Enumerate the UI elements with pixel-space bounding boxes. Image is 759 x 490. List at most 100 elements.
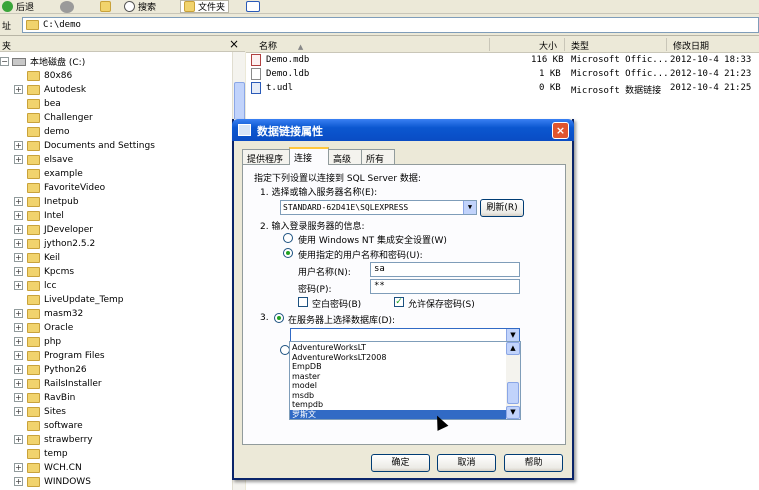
expand-icon[interactable]: + — [14, 252, 23, 262]
expand-icon[interactable]: + — [14, 140, 23, 150]
expand-icon[interactable]: + — [14, 266, 23, 276]
back-button[interactable]: 后退 — [2, 0, 34, 13]
tree-item[interactable]: + lcc — [0, 279, 56, 292]
tree-item[interactable]: bea — [0, 97, 61, 110]
tab-provider[interactable]: 提供程序 — [242, 149, 290, 165]
folders-button[interactable]: 文件夹 — [180, 0, 230, 13]
expand-icon[interactable]: + — [14, 322, 23, 332]
tree-item[interactable]: + RailsInstaller — [0, 377, 102, 390]
forward-button[interactable] — [60, 0, 77, 13]
database-option[interactable]: AdventureWorksLT2008 — [292, 353, 386, 362]
tree-item[interactable]: + Documents and Settings — [0, 139, 155, 152]
expand-icon[interactable]: + — [14, 280, 23, 290]
database-option[interactable]: model — [292, 381, 317, 390]
expand-icon[interactable]: + — [14, 364, 23, 374]
collapse-icon[interactable]: − — [0, 57, 9, 66]
expand-icon[interactable]: + — [14, 84, 23, 94]
database-option[interactable]: msdb — [292, 391, 314, 400]
database-option[interactable]: tempdb — [292, 400, 323, 409]
tab-advanced[interactable]: 高级 — [328, 149, 362, 165]
expand-icon[interactable]: + — [14, 210, 23, 220]
blank-password-checkbox[interactable] — [298, 297, 308, 307]
expand-icon[interactable]: + — [14, 350, 23, 360]
scroll-down-icon[interactable]: ▼ — [506, 406, 520, 419]
tree-item[interactable]: + WCH.CN — [0, 461, 82, 474]
username-input[interactable]: sa — [370, 262, 520, 277]
dialog-titlebar[interactable]: 数据链接属性 × — [232, 119, 574, 141]
tree-item[interactable]: FavoriteVideo — [0, 181, 105, 194]
database-option[interactable]: AdventureWorksLT — [292, 343, 366, 352]
tree-item[interactable]: LiveUpdate_Temp — [0, 293, 123, 306]
expand-icon[interactable]: + — [14, 308, 23, 318]
column-divider[interactable] — [666, 38, 667, 51]
tree-item[interactable]: + Oracle — [0, 321, 73, 334]
tree-item[interactable]: Challenger — [0, 111, 93, 124]
tree-item[interactable]: + JDeveloper — [0, 223, 93, 236]
tree-item[interactable]: + Autodesk — [0, 83, 86, 96]
column-divider[interactable] — [489, 38, 490, 51]
tree-item[interactable]: + WINDOWS — [0, 475, 91, 488]
tab-connection[interactable]: 连接 — [289, 147, 329, 165]
expand-icon[interactable]: + — [14, 224, 23, 234]
scroll-up-icon[interactable]: ▲ — [506, 342, 520, 355]
expand-icon[interactable]: + — [14, 392, 23, 402]
folder-pane-close-button[interactable]: × — [229, 37, 239, 51]
ok-button[interactable]: 确定 — [371, 454, 430, 472]
expand-icon[interactable]: + — [14, 196, 23, 206]
dropdown-scrollbar[interactable]: ▲ ▼ — [506, 342, 520, 419]
database-dropdown-list[interactable]: AdventureWorksLT AdventureWorksLT2008 EmpD… — [289, 341, 521, 420]
expand-icon[interactable]: + — [14, 378, 23, 388]
up-folder-button[interactable] — [100, 0, 114, 13]
tree-item[interactable]: 80x86 — [0, 69, 72, 82]
column-modified[interactable]: 修改日期 — [673, 39, 709, 52]
tree-item[interactable]: + masm32 — [0, 307, 83, 320]
tree-item[interactable]: + Inetpub — [0, 195, 79, 208]
tree-item[interactable]: + Program Files — [0, 349, 105, 362]
expand-icon[interactable]: + — [14, 154, 23, 164]
database-option[interactable]: 罗斯文 — [290, 409, 506, 419]
column-type[interactable]: 类型 — [571, 39, 589, 52]
dropdown-arrow-icon[interactable]: ▼ — [463, 201, 476, 214]
column-size[interactable]: 大小 — [539, 39, 557, 52]
file-row[interactable]: Demo.ldb 1 KB Microsoft Offic... 2012-10… — [246, 67, 759, 81]
database-option[interactable]: master — [292, 372, 320, 381]
tree-item[interactable]: + jython2.5.2 — [0, 237, 95, 250]
tree-item-drive-c[interactable]: − 本地磁盘 (C:) — [0, 55, 85, 68]
tree-item[interactable]: example — [0, 167, 83, 180]
tree-item[interactable]: + Sites — [0, 405, 66, 418]
column-name[interactable]: 名称 ▲ — [259, 39, 303, 52]
dialog-close-button[interactable]: × — [552, 122, 569, 139]
tab-all[interactable]: 所有 — [361, 149, 395, 165]
tree-item[interactable]: temp — [0, 447, 68, 460]
tree-item[interactable]: + Kpcms — [0, 265, 74, 278]
radio-select-database[interactable] — [274, 313, 284, 323]
database-option[interactable]: EmpDB — [292, 362, 322, 371]
file-row[interactable]: t.udl 0 KB Microsoft 数据链接 2012-10-4 21:2… — [246, 81, 759, 96]
expand-icon[interactable]: + — [14, 238, 23, 248]
search-button[interactable]: 搜索 — [124, 0, 156, 13]
tree-item[interactable]: + Intel — [0, 209, 64, 222]
tree-item[interactable]: + RavBin — [0, 391, 75, 404]
expand-icon[interactable]: + — [14, 406, 23, 416]
expand-icon[interactable]: + — [14, 434, 23, 444]
expand-icon[interactable]: + — [14, 462, 23, 472]
expand-icon[interactable]: + — [14, 476, 23, 486]
views-button[interactable] — [246, 0, 263, 13]
tree-item[interactable]: + php — [0, 335, 61, 348]
tree-item[interactable]: + strawberry — [0, 433, 93, 446]
tree-item[interactable]: + elsave — [0, 153, 73, 166]
address-input[interactable]: C:\demo — [22, 17, 759, 33]
column-divider[interactable] — [564, 38, 565, 51]
expand-icon[interactable]: + — [14, 336, 23, 346]
scrollbar-thumb[interactable] — [507, 382, 519, 404]
file-row[interactable]: Demo.mdb 116 KB Microsoft Offic... 2012-… — [246, 53, 759, 67]
tree-item[interactable]: + Python26 — [0, 363, 87, 376]
radio-windows-nt-auth[interactable] — [283, 233, 293, 243]
tree-item[interactable]: software — [0, 419, 83, 432]
tree-item[interactable]: + Keil — [0, 251, 60, 264]
server-name-combo[interactable]: STANDARD-62D41E\SQLEXPRESS ▼ — [280, 200, 477, 215]
tree-item[interactable]: demo — [0, 125, 70, 138]
radio-username-password[interactable] — [283, 248, 293, 258]
help-button[interactable]: 帮助 — [504, 454, 563, 472]
allow-save-password-checkbox[interactable]: ✓ — [394, 297, 404, 307]
